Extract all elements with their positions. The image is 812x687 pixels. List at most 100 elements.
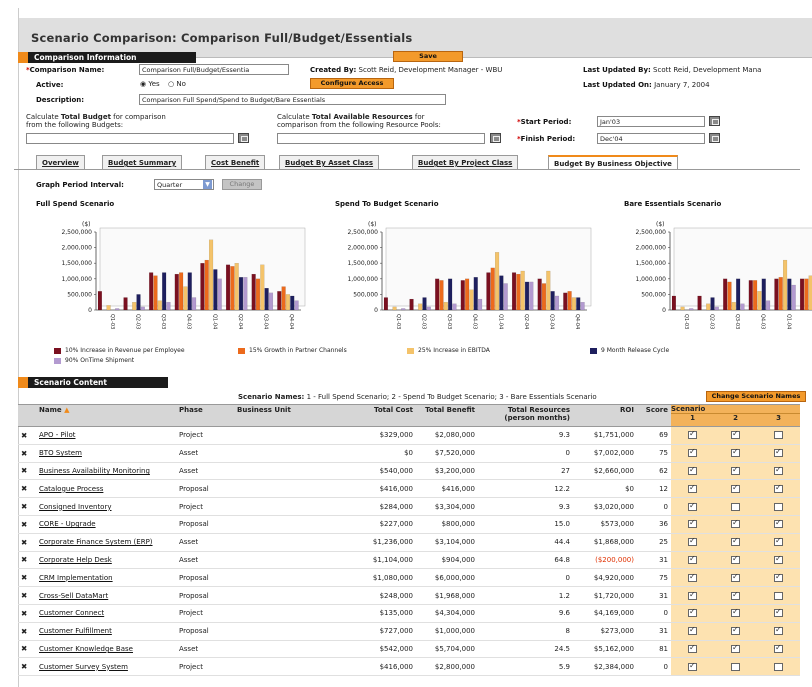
delete-row-icon[interactable]: ✖: [18, 426, 36, 445]
item-name-link[interactable]: Customer Connect: [36, 604, 176, 623]
delete-row-icon[interactable]: ✖: [18, 515, 36, 534]
scenario-2-checkbox[interactable]: [731, 572, 740, 582]
tab-overview[interactable]: Overview: [36, 155, 85, 169]
scenario-3-checkbox[interactable]: [774, 536, 783, 547]
scenario-2-checkbox[interactable]: [731, 607, 740, 618]
finish-period-calendar-icon[interactable]: [709, 133, 720, 143]
scenario-3-checkbox[interactable]: [774, 431, 783, 440]
tab-cost-benefit[interactable]: Cost Benefit: [205, 155, 266, 169]
tab-budget-by-project-class[interactable]: Budget By Project Class: [412, 155, 519, 169]
scenario-3-checkbox[interactable]: [774, 447, 783, 458]
scenario-2-checkbox[interactable]: [731, 483, 740, 493]
delete-row-icon[interactable]: ✖: [18, 462, 36, 481]
scenario-1-checkbox[interactable]: [688, 590, 697, 600]
item-name-link[interactable]: Customer Survey System: [36, 657, 176, 677]
scenario-1-checkbox[interactable]: [688, 501, 697, 511]
delete-row-icon[interactable]: ✖: [18, 640, 36, 659]
scenario-2-checkbox[interactable]: [731, 625, 740, 636]
comparison-name-input[interactable]: Comparison Full/Budget/Essentia: [139, 64, 289, 75]
scenario-3-checkbox[interactable]: [774, 572, 783, 582]
resource-pools-lookup-icon[interactable]: [490, 133, 501, 143]
scenario-3-checkbox[interactable]: [774, 607, 783, 618]
scenario-1-checkbox[interactable]: [688, 607, 697, 618]
scenario-1-checkbox[interactable]: [688, 447, 697, 458]
col-total-benefit: Total Benefit: [416, 404, 478, 427]
description-input[interactable]: Comparison Full Spend/Spend to Budget/Ba…: [139, 94, 446, 105]
delete-row-icon[interactable]: ✖: [18, 533, 36, 552]
scenario-1-checkbox[interactable]: [688, 661, 697, 671]
delete-row-icon[interactable]: ✖: [18, 497, 36, 516]
tab-budget-by-asset-class[interactable]: Budget By Asset Class: [279, 155, 380, 169]
budgets-lookup-icon[interactable]: [238, 133, 249, 143]
save-button[interactable]: Save: [393, 51, 463, 62]
scenario-3-checkbox[interactable]: [774, 518, 783, 529]
change-scenario-names-button[interactable]: Change Scenario Names: [706, 391, 806, 402]
legend-item-3: 25% Increase in EBITDA: [407, 347, 490, 354]
item-phase: Project: [176, 426, 234, 445]
tab-budget-summary[interactable]: Budget Summary: [102, 155, 183, 169]
scenario-3-checkbox[interactable]: [774, 465, 783, 475]
scenario-1-checkbox[interactable]: [688, 536, 697, 547]
scenario-3-checkbox[interactable]: [774, 591, 783, 600]
scenario-1-checkbox[interactable]: [688, 572, 697, 582]
item-business-unit: [234, 657, 352, 677]
scenario-2-checkbox[interactable]: [731, 554, 740, 564]
scenario-1-checkbox[interactable]: [688, 554, 697, 564]
delete-row-icon[interactable]: ✖: [18, 622, 36, 641]
configure-access-button[interactable]: Configure Access: [310, 78, 394, 89]
scenario-2-checkbox[interactable]: [731, 590, 740, 600]
item-name-link[interactable]: Customer Knowledge Base: [36, 640, 176, 659]
scenario-2-checkbox[interactable]: [731, 447, 740, 458]
item-name-link[interactable]: APO - Pilot: [36, 426, 176, 445]
chart-title-spend-to-budget: Spend To Budget Scenario: [335, 200, 439, 208]
scenario-2-checkbox[interactable]: [731, 518, 740, 529]
scenario-2-checkbox[interactable]: [731, 502, 740, 511]
item-name-link[interactable]: BTO System: [36, 444, 176, 463]
item-name-link[interactable]: CORE - Upgrade: [36, 515, 176, 534]
item-name-link[interactable]: CRM Implementation: [36, 568, 176, 588]
scenario-1-checkbox[interactable]: [688, 483, 697, 493]
delete-row-icon[interactable]: ✖: [18, 568, 36, 588]
graph-interval-select[interactable]: Quarter ▼: [154, 179, 214, 190]
scenario-2-checkbox[interactable]: [731, 429, 740, 440]
scenario-2-checkbox[interactable]: [731, 465, 740, 475]
item-name-link[interactable]: Consigned Inventory: [36, 497, 176, 516]
active-yes-radio[interactable]: ◉ Yes: [140, 80, 160, 88]
scenario-2-cell: [714, 497, 757, 516]
budgets-input[interactable]: [26, 133, 234, 144]
scenario-1-checkbox[interactable]: [688, 643, 697, 653]
item-name-link[interactable]: Customer Fulfillment: [36, 622, 176, 641]
start-period-calendar-icon[interactable]: [709, 116, 720, 126]
scenario-3-checkbox[interactable]: [774, 662, 783, 671]
col-name[interactable]: Name ▲: [36, 404, 176, 427]
delete-row-icon[interactable]: ✖: [18, 657, 36, 677]
scenario-3-checkbox[interactable]: [774, 625, 783, 636]
scenario-1-checkbox[interactable]: [688, 625, 697, 636]
delete-row-icon[interactable]: ✖: [18, 551, 36, 570]
resource-pools-input[interactable]: [277, 133, 485, 144]
scenario-1-checkbox[interactable]: [688, 429, 697, 440]
item-name-link[interactable]: Catalogue Process: [36, 479, 176, 499]
delete-row-icon[interactable]: ✖: [18, 604, 36, 623]
scenario-3-checkbox[interactable]: [774, 554, 783, 564]
item-name-link[interactable]: Cross-Sell DataMart: [36, 586, 176, 605]
active-no-radio[interactable]: ○ No: [168, 80, 186, 88]
scenario-3-checkbox[interactable]: [774, 483, 783, 493]
scenario-2-checkbox[interactable]: [731, 643, 740, 653]
item-name-link[interactable]: Corporate Finance System (ERP): [36, 533, 176, 552]
scenario-1-checkbox[interactable]: [688, 465, 697, 475]
scenario-3-checkbox[interactable]: [774, 502, 783, 511]
delete-row-icon[interactable]: ✖: [18, 444, 36, 463]
delete-row-icon[interactable]: ✖: [18, 479, 36, 499]
scenario-3-checkbox[interactable]: [774, 643, 783, 653]
tab-budget-by-business-objective[interactable]: Budget By Business Objective: [548, 155, 678, 169]
delete-row-icon[interactable]: ✖: [18, 586, 36, 605]
item-name-link[interactable]: Corporate Help Desk: [36, 551, 176, 570]
change-interval-button[interactable]: Change: [222, 179, 262, 190]
start-period-input[interactable]: Jan'03: [597, 116, 705, 127]
scenario-1-checkbox[interactable]: [688, 518, 697, 529]
item-name-link[interactable]: Business Availability Monitoring: [36, 462, 176, 481]
finish-period-input[interactable]: Dec'04: [597, 133, 705, 144]
scenario-2-checkbox[interactable]: [731, 536, 740, 547]
scenario-2-checkbox[interactable]: [731, 662, 740, 671]
